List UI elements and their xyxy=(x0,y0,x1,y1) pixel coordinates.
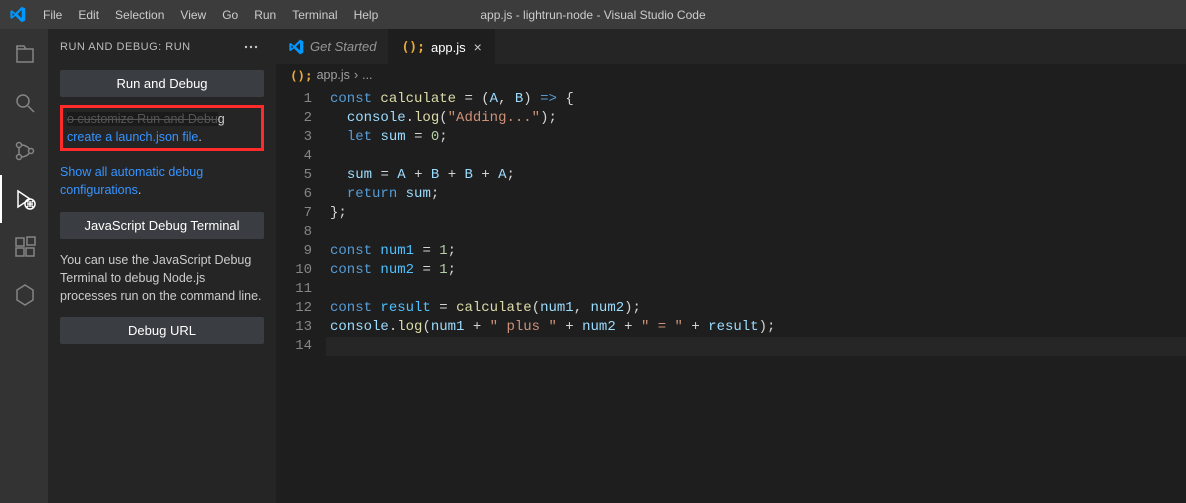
line-number: 14 xyxy=(276,337,312,356)
chevron-right-icon: › xyxy=(354,68,358,82)
menu-terminal[interactable]: Terminal xyxy=(284,0,345,29)
code-line[interactable]: return sum; xyxy=(326,185,1186,204)
code-line[interactable]: }; xyxy=(326,204,1186,223)
tab-get-started[interactable]: Get Started xyxy=(276,29,389,64)
hexagon-icon[interactable] xyxy=(0,271,48,319)
sidebar-title: RUN AND DEBUG: RUN xyxy=(60,41,191,53)
activity-bar xyxy=(0,29,48,503)
line-number: 4 xyxy=(276,147,312,166)
line-number: 1 xyxy=(276,90,312,109)
window-title: app.js - lightrun-node - Visual Studio C… xyxy=(480,8,705,22)
more-actions-icon[interactable] xyxy=(238,34,264,60)
js-debug-terminal-button[interactable]: JavaScript Debug Terminal xyxy=(60,212,264,239)
code-line[interactable] xyxy=(326,147,1186,166)
menu-file[interactable]: File xyxy=(35,0,70,29)
line-number: 5 xyxy=(276,166,312,185)
js-brackets-icon: (); xyxy=(290,68,313,83)
line-number: 2 xyxy=(276,109,312,128)
customize-text-truncated: o customize Run and Debu xyxy=(67,112,218,126)
menu-bar: FileEditSelectionViewGoRunTerminalHelp xyxy=(35,0,386,29)
line-number: 13 xyxy=(276,318,312,337)
code-line[interactable]: const calculate = (A, B) => { xyxy=(326,90,1186,109)
tab-app-js[interactable]: (); app.js × xyxy=(389,29,494,64)
tab-label: Get Started xyxy=(310,39,376,54)
line-number: 10 xyxy=(276,261,312,280)
code-line[interactable] xyxy=(326,223,1186,242)
line-number-gutter: 1234567891011121314 xyxy=(276,86,326,503)
search-icon[interactable] xyxy=(0,79,48,127)
menu-run[interactable]: Run xyxy=(246,0,284,29)
line-number: 3 xyxy=(276,128,312,147)
line-number: 6 xyxy=(276,185,312,204)
code-line[interactable]: let sum = 0; xyxy=(326,128,1186,147)
source-control-icon[interactable] xyxy=(0,127,48,175)
code-line[interactable]: console.log("Adding..."); xyxy=(326,109,1186,128)
close-icon[interactable]: × xyxy=(474,39,482,55)
editor-tabs: Get Started (); app.js × xyxy=(276,29,1186,64)
code-line[interactable] xyxy=(326,280,1186,299)
line-number: 9 xyxy=(276,242,312,261)
vscode-icon xyxy=(288,39,304,55)
menu-edit[interactable]: Edit xyxy=(70,0,107,29)
titlebar: FileEditSelectionViewGoRunTerminalHelp a… xyxy=(0,0,1186,29)
line-number: 7 xyxy=(276,204,312,223)
sidebar-header: RUN AND DEBUG: RUN xyxy=(48,29,276,64)
js-terminal-help-text: You can use the JavaScript Debug Termina… xyxy=(60,251,264,305)
js-brackets-icon: (); xyxy=(401,40,424,55)
create-launch-callout: o customize Run and Debug create a launc… xyxy=(60,105,264,151)
menu-help[interactable]: Help xyxy=(346,0,387,29)
explorer-icon[interactable] xyxy=(0,31,48,79)
code-line[interactable]: console.log(num1 + " plus " + num2 + " =… xyxy=(326,318,1186,337)
code-line[interactable] xyxy=(326,337,1186,356)
line-number: 12 xyxy=(276,299,312,318)
run-and-debug-button[interactable]: Run and Debug xyxy=(60,70,264,97)
line-number: 8 xyxy=(276,223,312,242)
editor-area: Get Started (); app.js × (); app.js › ..… xyxy=(276,29,1186,503)
vscode-logo xyxy=(0,6,35,23)
run-debug-icon[interactable] xyxy=(0,175,48,223)
line-number: 11 xyxy=(276,280,312,299)
code-content[interactable]: const calculate = (A, B) => { console.lo… xyxy=(326,86,1186,503)
menu-view[interactable]: View xyxy=(172,0,214,29)
tab-label: app.js xyxy=(431,40,466,55)
create-launch-json-link[interactable]: create a launch.json file xyxy=(67,130,198,144)
menu-go[interactable]: Go xyxy=(214,0,246,29)
extensions-icon[interactable] xyxy=(0,223,48,271)
code-line[interactable]: const num2 = 1; xyxy=(326,261,1186,280)
show-all-configs: Show all automatic debug configurations. xyxy=(60,163,264,199)
sidebar: RUN AND DEBUG: RUN Run and Debug o custo… xyxy=(48,29,276,503)
breadcrumb[interactable]: (); app.js › ... xyxy=(276,64,1186,86)
main-area: RUN AND DEBUG: RUN Run and Debug o custo… xyxy=(0,29,1186,503)
breadcrumb-file: app.js xyxy=(317,68,350,82)
breadcrumb-more: ... xyxy=(362,68,372,82)
show-all-configs-link[interactable]: Show all automatic debug configurations xyxy=(60,165,203,197)
debug-url-button[interactable]: Debug URL xyxy=(60,317,264,344)
code-line[interactable]: const num1 = 1; xyxy=(326,242,1186,261)
code-editor[interactable]: 1234567891011121314 const calculate = (A… xyxy=(276,86,1186,503)
code-line[interactable]: const result = calculate(num1, num2); xyxy=(326,299,1186,318)
menu-selection[interactable]: Selection xyxy=(107,0,172,29)
sidebar-body: Run and Debug o customize Run and Debug … xyxy=(48,64,276,362)
code-line[interactable]: sum = A + B + B + A; xyxy=(326,166,1186,185)
